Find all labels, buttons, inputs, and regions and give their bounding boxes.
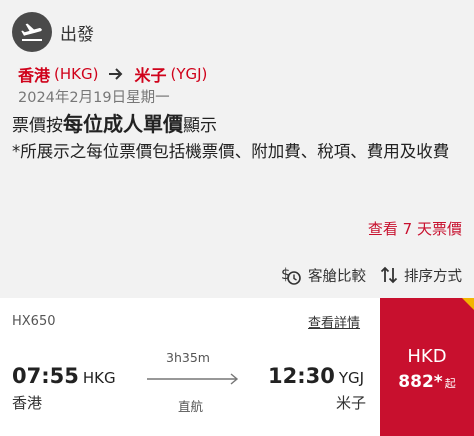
flight-duration: 3h35m <box>166 350 210 365</box>
sort-button[interactable]: 排序方式 <box>380 265 462 286</box>
origin-city: 香港 <box>18 66 51 85</box>
departure-date: 2024年2月19日星期一 <box>18 90 170 106</box>
destination-code: (YGJ) <box>170 65 208 83</box>
fare-notice-emphasis: 每位成人單價 <box>63 112 183 136</box>
price-currency: HKD <box>407 346 447 367</box>
route: 香港 (HKG) 米子 (YGJ) <box>18 62 207 86</box>
departure-time: 07:55 HKG <box>12 364 116 388</box>
arrival-time-value: 12:30 <box>268 364 335 388</box>
departure-header: 出發 <box>12 12 94 52</box>
sort-label: 排序方式 <box>404 268 462 285</box>
sort-icon <box>380 266 398 284</box>
fare-notice-suffix: 顯示 <box>183 116 217 136</box>
flight-path-arrow-icon <box>147 373 239 385</box>
flight-number: HX650 <box>12 314 56 329</box>
destination-city: 米子 <box>134 66 167 85</box>
departure-label: 出發 <box>60 24 94 45</box>
price-from-label: 起 <box>444 377 456 390</box>
price-amount: 882* 起 <box>380 372 474 392</box>
arrival-city: 米子 <box>336 394 367 412</box>
departure-time-value: 07:55 <box>12 364 79 388</box>
departure-airport-code: HKG <box>82 369 116 387</box>
arrival-airport-code: YGJ <box>338 369 365 387</box>
view-7-days-fares-link[interactable]: 查看 7 天票價 <box>368 218 462 239</box>
price-corner-flag <box>462 298 474 310</box>
arrow-right-icon <box>108 67 124 81</box>
fare-notice-prefix: 票價按 <box>12 116 63 136</box>
price-value: 882* <box>398 372 443 392</box>
search-summary-panel: 出發 香港 (HKG) 米子 (YGJ) 2024年2月19日星期一 票價按每位… <box>0 0 474 298</box>
view-details-link[interactable]: 查看詳情 <box>308 312 360 331</box>
origin-code: (HKG) <box>54 65 99 83</box>
flight-result-card[interactable]: HX650 查看詳情 07:55 HKG 香港 3h35m 直航 12:30 YGJ… <box>0 298 474 436</box>
toolbar: $ 客艙比較 排序方式 <box>266 264 462 286</box>
fare-inclusion-note: *所展示之每位票價包括機票價、附加費、稅項、費用及收費 <box>12 142 450 161</box>
cabin-compare-button[interactable]: $ 客艙比較 <box>280 264 366 286</box>
cabin-compare-icon: $ <box>281 265 301 285</box>
departure-city: 香港 <box>12 394 43 412</box>
cabin-compare-label: 客艙比較 <box>308 268 366 285</box>
arrival-time: 12:30 YGJ <box>268 364 364 388</box>
fare-notice: 票價按每位成人單價顯示 <box>12 108 217 137</box>
departure-plane-icon <box>12 12 52 52</box>
price-button[interactable]: HKD 882* 起 <box>380 298 474 436</box>
stops-label: 直航 <box>178 399 204 414</box>
